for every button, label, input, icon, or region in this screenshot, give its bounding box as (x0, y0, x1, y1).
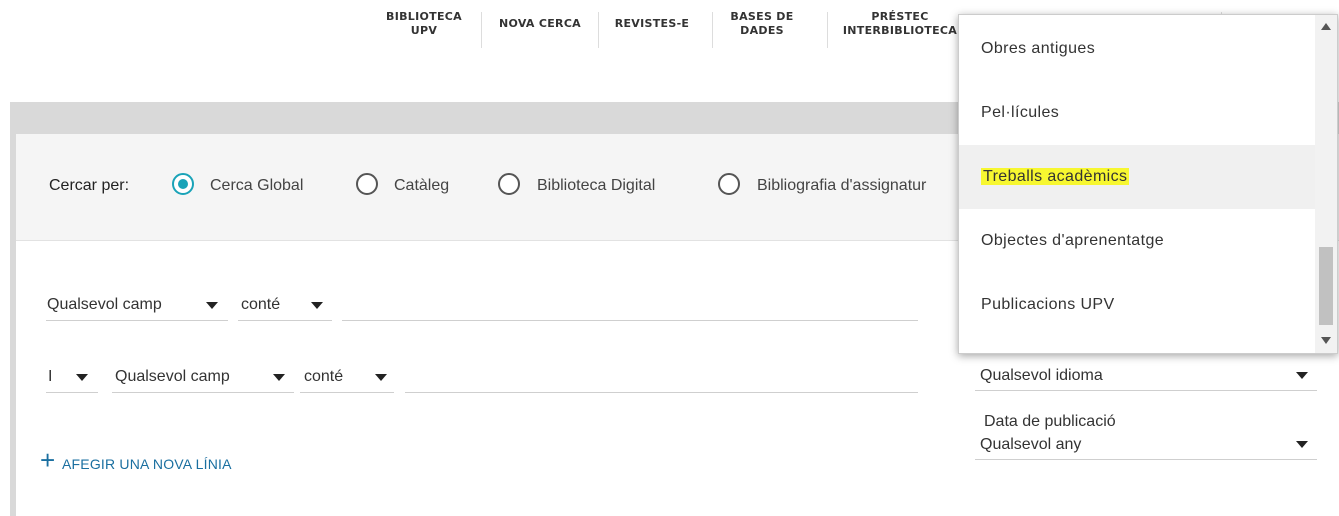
field-select-underline (46, 320, 228, 321)
boolean-select[interactable]: I (48, 368, 52, 386)
dropdown-scrollbar[interactable] (1315, 15, 1337, 353)
operator-select-underline (300, 392, 394, 393)
radio-cerca-global[interactable] (172, 173, 194, 195)
dropdown-item[interactable]: Pel·lícules (959, 81, 1315, 145)
nav-separator (598, 12, 599, 48)
operator-select-underline (238, 320, 332, 321)
pub-date-label: Data de publicació (984, 413, 1116, 430)
chevron-down-icon[interactable] (1296, 441, 1308, 448)
dropdown-item-label: Obres antigues (981, 40, 1096, 57)
query-input-2[interactable] (405, 392, 918, 393)
operator-select[interactable]: conté (241, 296, 280, 314)
radio-bibliografia[interactable] (718, 173, 740, 195)
nav-bases-de-dades[interactable]: BASES DE DADES (722, 10, 802, 38)
field-select[interactable]: Qualsevol camp (115, 368, 230, 386)
dropdown-item[interactable]: Publicacions UPV (959, 273, 1315, 337)
dropdown-item[interactable]: Objectes d'aprenentatge (959, 209, 1315, 273)
language-select[interactable]: Qualsevol idioma (980, 367, 1103, 385)
nav-separator (481, 12, 482, 48)
dropdown-item-label: Treballs acadèmics (981, 168, 1130, 185)
dropdown-item-label: Pel·lícules (981, 104, 1060, 121)
scroll-down-arrow-icon[interactable] (1321, 337, 1331, 344)
resource-type-dropdown[interactable]: Obres antigues Pel·lícules Treballs acad… (958, 14, 1338, 354)
radio-cataleg[interactable] (356, 173, 378, 195)
pub-date-select[interactable]: Qualsevol any (980, 436, 1081, 454)
nav-biblioteca-upv[interactable]: BIBLIOTECA UPV (374, 10, 474, 38)
language-select-underline (975, 390, 1317, 391)
nav-nova-cerca[interactable]: NOVA CERCA (488, 17, 592, 31)
chevron-down-icon[interactable] (206, 302, 218, 309)
radio-label-cerca-global[interactable]: Cerca Global (210, 177, 303, 195)
chevron-down-icon[interactable] (1296, 372, 1308, 379)
plus-icon[interactable]: + (40, 447, 55, 473)
nav-prestec-interbiblioteca[interactable]: PRÉSTEC INTERBIBLIOTECA (838, 10, 962, 38)
field-select-underline (112, 392, 294, 393)
chevron-down-icon[interactable] (76, 374, 88, 381)
chevron-down-icon[interactable] (273, 374, 285, 381)
scrollbar-thumb[interactable] (1319, 247, 1333, 325)
chevron-down-icon[interactable] (311, 302, 323, 309)
dropdown-item-highlighted[interactable]: Treballs acadèmics (959, 145, 1315, 209)
radio-biblioteca-digital[interactable] (498, 173, 520, 195)
nav-separator (712, 12, 713, 48)
add-line-button[interactable]: AFEGIR UNA NOVA LÍNIA (62, 456, 232, 472)
radio-label-bibliografia[interactable]: Bibliografia d'assignatur (757, 177, 926, 195)
search-scope-label: Cercar per: (49, 177, 130, 194)
radio-label-cataleg[interactable]: Catàleg (394, 177, 449, 195)
nav-revistes-e[interactable]: REVISTES-E (604, 17, 700, 31)
boolean-select-underline (46, 392, 98, 393)
operator-select[interactable]: conté (304, 368, 343, 386)
nav-separator (827, 12, 828, 48)
chevron-down-icon[interactable] (375, 374, 387, 381)
pub-date-select-underline (975, 459, 1317, 460)
scroll-up-arrow-icon[interactable] (1321, 23, 1331, 30)
query-input-1[interactable] (342, 320, 918, 321)
field-select[interactable]: Qualsevol camp (47, 296, 162, 314)
radio-label-biblioteca-digital[interactable]: Biblioteca Digital (537, 177, 655, 195)
dropdown-item-label: Publicacions UPV (981, 296, 1115, 313)
dropdown-item[interactable]: Obres antigues (959, 17, 1315, 81)
dropdown-item-label: Objectes d'aprenentatge (981, 232, 1165, 249)
